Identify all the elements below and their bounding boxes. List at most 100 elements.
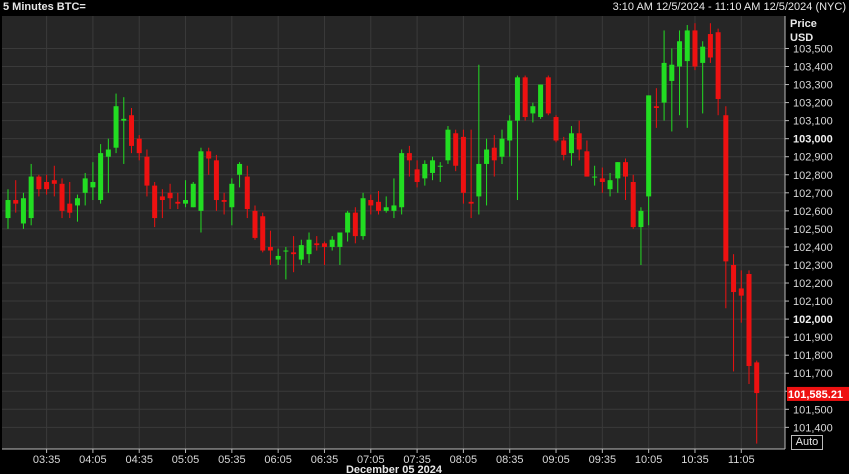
candle-body bbox=[183, 200, 189, 204]
candle-body bbox=[144, 156, 150, 186]
y-tick-label: 102,200 bbox=[793, 278, 833, 290]
y-tick-label: 101,500 bbox=[793, 404, 833, 416]
candle-body bbox=[607, 180, 613, 190]
candle-down bbox=[553, 115, 559, 143]
candle-body bbox=[321, 243, 327, 247]
candle-body bbox=[499, 138, 505, 157]
candle-body bbox=[623, 162, 628, 177]
candle-body bbox=[98, 153, 104, 201]
candle-down bbox=[460, 129, 466, 204]
candle-body bbox=[638, 210, 644, 228]
candle-body bbox=[283, 250, 289, 252]
y-tick-label: 102,700 bbox=[793, 188, 833, 200]
candle-body bbox=[669, 64, 675, 81]
candle-body bbox=[152, 185, 158, 219]
candle-body bbox=[692, 30, 698, 67]
candle-body bbox=[445, 129, 451, 161]
candle-body bbox=[399, 153, 405, 208]
candle-body bbox=[715, 32, 721, 99]
candle-body bbox=[484, 149, 490, 164]
x-tick-label: 09:05 bbox=[542, 454, 570, 466]
y-tick-label: 102,400 bbox=[793, 242, 833, 254]
candle-body bbox=[167, 192, 173, 199]
candle-body bbox=[244, 176, 250, 210]
candle-body bbox=[653, 106, 659, 109]
candle-body bbox=[306, 239, 312, 255]
candle-body bbox=[453, 133, 459, 166]
date-axis-label: December 05 2024 bbox=[346, 464, 443, 474]
x-tick-label: 08:05 bbox=[450, 454, 478, 466]
price-axis: 101,400101,500101,600101,700101,800101,9… bbox=[784, 16, 833, 449]
candle-body bbox=[684, 30, 690, 62]
y-tick-label: 102,500 bbox=[793, 224, 833, 236]
y-tick-label: 102,800 bbox=[793, 170, 833, 182]
y-tick-label: 103,400 bbox=[793, 62, 833, 74]
y-tick-label: 103,500 bbox=[793, 43, 833, 55]
candle-body bbox=[5, 200, 11, 219]
candle-up bbox=[538, 84, 544, 119]
y-tick-label: 101,900 bbox=[793, 332, 833, 344]
candle-body bbox=[229, 183, 235, 208]
candle-body bbox=[700, 46, 706, 63]
y-tick-label: 103,000 bbox=[793, 134, 833, 146]
candle-body bbox=[599, 178, 605, 182]
candle-body bbox=[646, 95, 652, 197]
candle-body bbox=[337, 232, 343, 247]
x-tick-label: 06:35 bbox=[311, 454, 339, 466]
x-tick-label: 10:35 bbox=[681, 454, 709, 466]
candle-body bbox=[59, 183, 65, 211]
candle-body bbox=[90, 181, 96, 188]
candle-body bbox=[360, 198, 366, 237]
candle-body bbox=[677, 41, 683, 67]
candlestick-chart[interactable]: 101,400101,500101,600101,700101,800101,9… bbox=[0, 0, 849, 474]
y-tick-label: 101,400 bbox=[793, 422, 833, 434]
candle-body bbox=[237, 163, 243, 175]
candle-body bbox=[376, 201, 381, 211]
candle-body bbox=[754, 362, 760, 394]
candle-up bbox=[20, 192, 26, 229]
candle-body bbox=[576, 133, 582, 150]
candle-body bbox=[422, 163, 428, 179]
candle-body bbox=[723, 115, 729, 262]
x-tick-label: 04:05 bbox=[79, 454, 107, 466]
x-tick-label: 06:05 bbox=[264, 454, 292, 466]
candle-body bbox=[545, 77, 551, 114]
y-tick-label: 101,800 bbox=[793, 350, 833, 362]
candle-body bbox=[476, 163, 482, 197]
candle-body bbox=[213, 160, 219, 201]
candle-body bbox=[491, 147, 497, 161]
candle-down bbox=[630, 174, 636, 229]
x-tick-label: 03:35 bbox=[33, 454, 61, 466]
candle-down bbox=[522, 75, 528, 121]
candle-body bbox=[113, 106, 119, 148]
candle-body bbox=[592, 176, 598, 178]
candle-body bbox=[221, 200, 227, 202]
candle-body bbox=[468, 201, 474, 204]
candle-body bbox=[561, 140, 567, 155]
candle-body bbox=[460, 136, 466, 193]
candle-body bbox=[252, 210, 258, 238]
auto-scale-button[interactable]: Auto bbox=[791, 435, 823, 450]
candle-body bbox=[267, 246, 273, 251]
candle-body bbox=[345, 212, 351, 233]
candle-body bbox=[530, 106, 536, 114]
y-tick-label: 102,100 bbox=[793, 296, 833, 308]
x-tick-label: 10:05 bbox=[635, 454, 663, 466]
candle-body bbox=[707, 34, 713, 58]
currency-axis-title: USD bbox=[790, 32, 813, 44]
y-tick-label: 102,900 bbox=[793, 152, 833, 164]
candle-body bbox=[414, 169, 420, 182]
x-tick-label: 04:35 bbox=[125, 454, 153, 466]
candle-up bbox=[399, 149, 405, 215]
candle-body bbox=[430, 160, 436, 173]
plot-area bbox=[2, 16, 785, 449]
candle-body bbox=[437, 165, 443, 167]
candle-down bbox=[453, 129, 459, 172]
candle-body bbox=[36, 176, 42, 190]
candle-body bbox=[51, 180, 57, 184]
y-tick-label: 102,300 bbox=[793, 260, 833, 272]
candle-body bbox=[175, 201, 181, 204]
candle-body bbox=[159, 196, 165, 201]
y-tick-label: 102,600 bbox=[793, 206, 833, 218]
candle-up bbox=[190, 181, 196, 208]
